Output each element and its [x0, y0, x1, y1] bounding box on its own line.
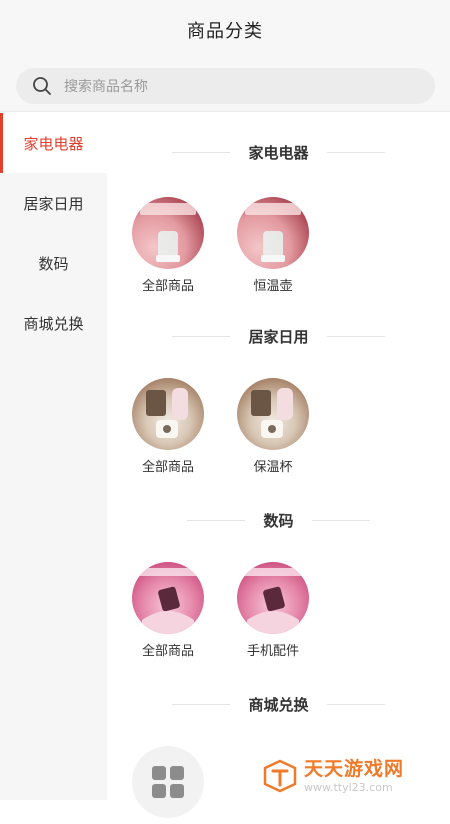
sidebar-item-label: 商城兑换	[23, 314, 84, 333]
divider	[311, 519, 370, 521]
product-thumbnail	[132, 378, 204, 450]
search-icon	[33, 77, 51, 95]
phone-accessory-image	[243, 568, 303, 634]
section-title-digital: 数码	[107, 508, 450, 532]
category-sidebar: 家电电器 居家日用 数码 商城兑换	[0, 113, 107, 800]
divider	[172, 703, 231, 705]
search-placeholder: 搜索商品名称	[64, 79, 148, 95]
sidebar-item-appliances[interactable]: 家电电器	[0, 113, 107, 173]
kettle-image	[245, 203, 301, 262]
category-item[interactable]: 全部商品	[128, 197, 208, 294]
category-label: 全部商品	[141, 279, 194, 294]
page-title: 商品分类	[187, 21, 263, 42]
watermark-logo-icon	[263, 759, 297, 793]
search-input[interactable]: 搜索商品名称	[16, 68, 435, 104]
watermark-text: 天天游戏网 www.ttyl23.com	[304, 757, 405, 794]
category-label: 全部商品	[141, 644, 194, 659]
product-thumbnail	[237, 562, 309, 634]
product-thumbnail	[132, 746, 204, 818]
sidebar-item-household[interactable]: 居家日用	[0, 173, 107, 233]
watermark: 天天游戏网 www.ttyl23.com	[262, 756, 442, 796]
watermark-brand: 天天游戏网	[304, 757, 405, 780]
sidebar-item-label: 居家日用	[23, 194, 84, 213]
category-label: 全部商品	[141, 460, 194, 475]
section-title-text: 家电电器	[248, 143, 309, 162]
cup-image	[251, 388, 293, 438]
divider	[172, 151, 231, 153]
category-item[interactable]: 手机配件	[233, 562, 313, 659]
phone-accessory-image	[138, 568, 198, 634]
product-thumbnail	[132, 197, 204, 269]
category-item[interactable]: 恒温壶	[233, 197, 313, 294]
category-item[interactable]: 保温杯	[233, 378, 313, 475]
divider	[326, 703, 385, 705]
category-label: 恒温壶	[253, 279, 293, 294]
section-title-exchange: 商城兑换	[107, 692, 450, 716]
sidebar-item-label: 数码	[38, 254, 69, 273]
section-title-text: 数码	[263, 511, 294, 530]
category-label: 手机配件	[246, 644, 299, 659]
sidebar-item-digital[interactable]: 数码	[0, 233, 107, 293]
category-item[interactable]	[128, 746, 208, 824]
kettle-image	[140, 203, 196, 262]
category-content: 家电电器 全部商品 恒温壶 居家日用 全部商品 保温杯 数码 全部商品 手机配件…	[107, 113, 450, 818]
sidebar-item-exchange[interactable]: 商城兑换	[0, 293, 107, 353]
section-title-text: 居家日用	[248, 327, 309, 346]
category-item[interactable]: 全部商品	[128, 562, 208, 659]
divider	[326, 151, 385, 153]
product-thumbnail	[132, 562, 204, 634]
search-bar: 搜索商品名称	[0, 60, 450, 112]
section-title-text: 商城兑换	[248, 695, 309, 714]
product-thumbnail	[237, 197, 309, 269]
cup-image	[146, 388, 188, 438]
section-title-household: 居家日用	[107, 324, 450, 348]
divider	[172, 335, 231, 337]
sidebar-item-label: 家电电器	[23, 134, 84, 153]
category-item[interactable]: 全部商品	[128, 378, 208, 475]
product-thumbnail	[237, 378, 309, 450]
header-bar: 商品分类	[0, 0, 450, 60]
category-label: 保温杯	[253, 460, 293, 475]
section-title-appliances: 家电电器	[107, 140, 450, 164]
divider	[187, 519, 246, 521]
grid-icon	[152, 766, 184, 798]
divider	[326, 335, 385, 337]
watermark-url: www.ttyl23.com	[304, 780, 393, 794]
